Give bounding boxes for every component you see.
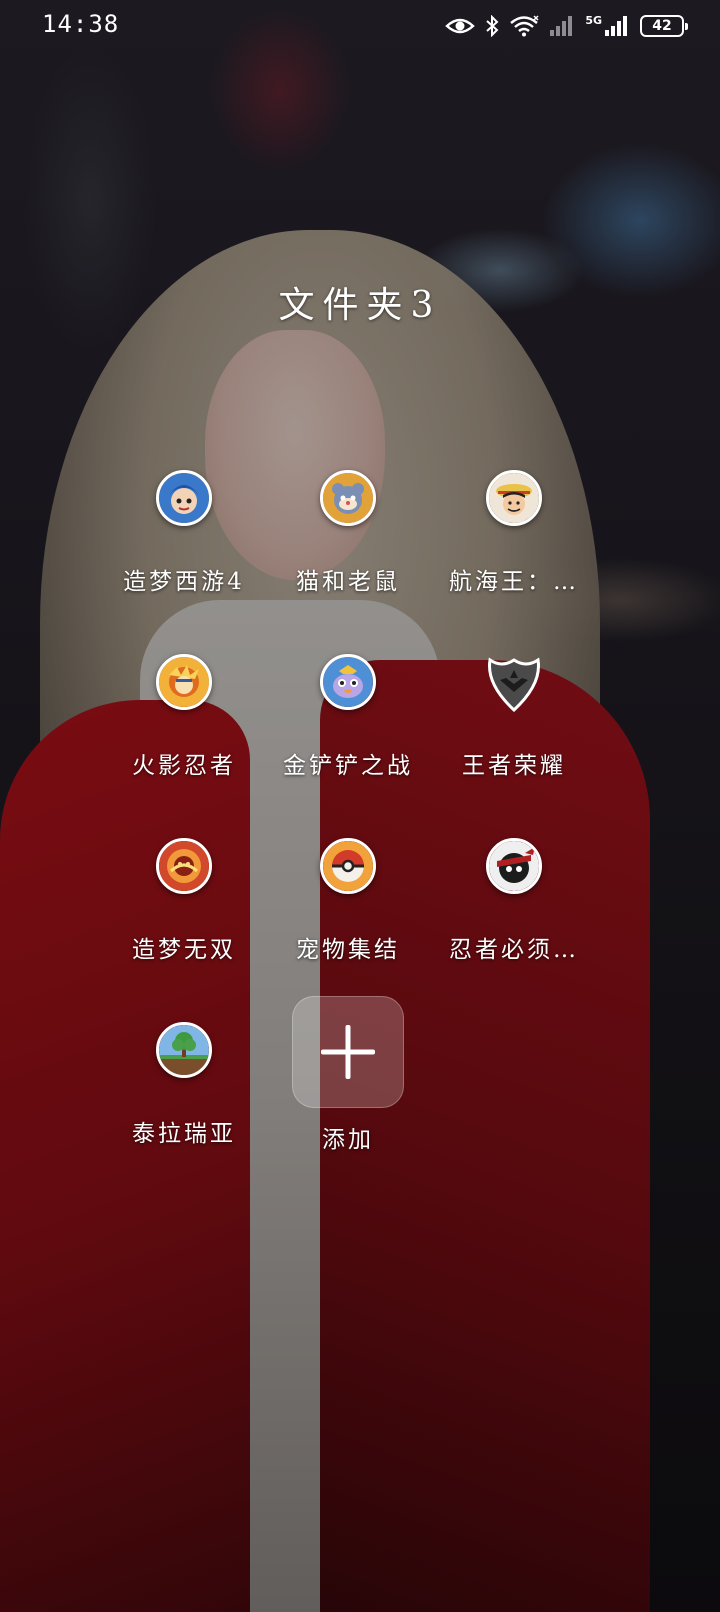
add-app-button[interactable] [292,996,404,1108]
app-one-piece[interactable]: 航海王：… [424,470,604,630]
app-label: 忍者必须… [449,937,579,963]
one-piece-icon[interactable] [486,470,542,526]
pet-gathering-icon[interactable] [320,838,376,894]
app-tom-and-jerry[interactable]: 猫和老鼠 [258,470,438,630]
app-label: 王者荣耀 [462,753,566,779]
ninja-must-die-icon[interactable] [486,838,542,894]
app-dream-wushuang[interactable]: 造梦无双 [94,838,274,998]
add-app-label: 添加 [322,1127,374,1153]
dream-wushuang-icon[interactable] [156,838,212,894]
app-dream-journey-west-4[interactable]: 造梦西游4 [94,470,274,630]
app-ninja-must-die[interactable]: 忍者必须… [424,838,604,998]
golden-spatula-icon[interactable] [320,654,376,710]
app-label: 造梦无双 [132,937,236,963]
app-honor-of-kings[interactable]: 王者荣耀 [424,654,604,814]
app-label: 金铲铲之战 [283,753,413,779]
terraria-icon[interactable] [156,1022,212,1078]
honor-of-kings-icon[interactable] [484,654,544,714]
app-golden-spatula[interactable]: 金铲铲之战 [258,654,438,814]
app-naruto[interactable]: 火影忍者 [94,654,274,814]
dream-journey-west-4-icon[interactable] [156,470,212,526]
folder-app-grid: 造梦西游4 猫和老鼠 航海王：… 火影忍者 金铲铲之战 王者荣耀 造梦无双 宠物… [0,0,720,1612]
app-pet-gathering[interactable]: 宠物集结 [258,838,438,998]
app-label: 造梦西游4 [123,569,245,595]
app-terraria[interactable]: 泰拉瑞亚 [94,1022,274,1182]
app-label: 航海王：… [449,569,579,595]
naruto-icon[interactable] [156,654,212,710]
app-label: 泰拉瑞亚 [132,1121,236,1147]
tom-and-jerry-icon[interactable] [320,470,376,526]
plus-icon [321,1025,375,1079]
app-label: 火影忍者 [132,753,236,779]
app-label: 宠物集结 [296,937,400,963]
app-label: 猫和老鼠 [296,569,400,595]
